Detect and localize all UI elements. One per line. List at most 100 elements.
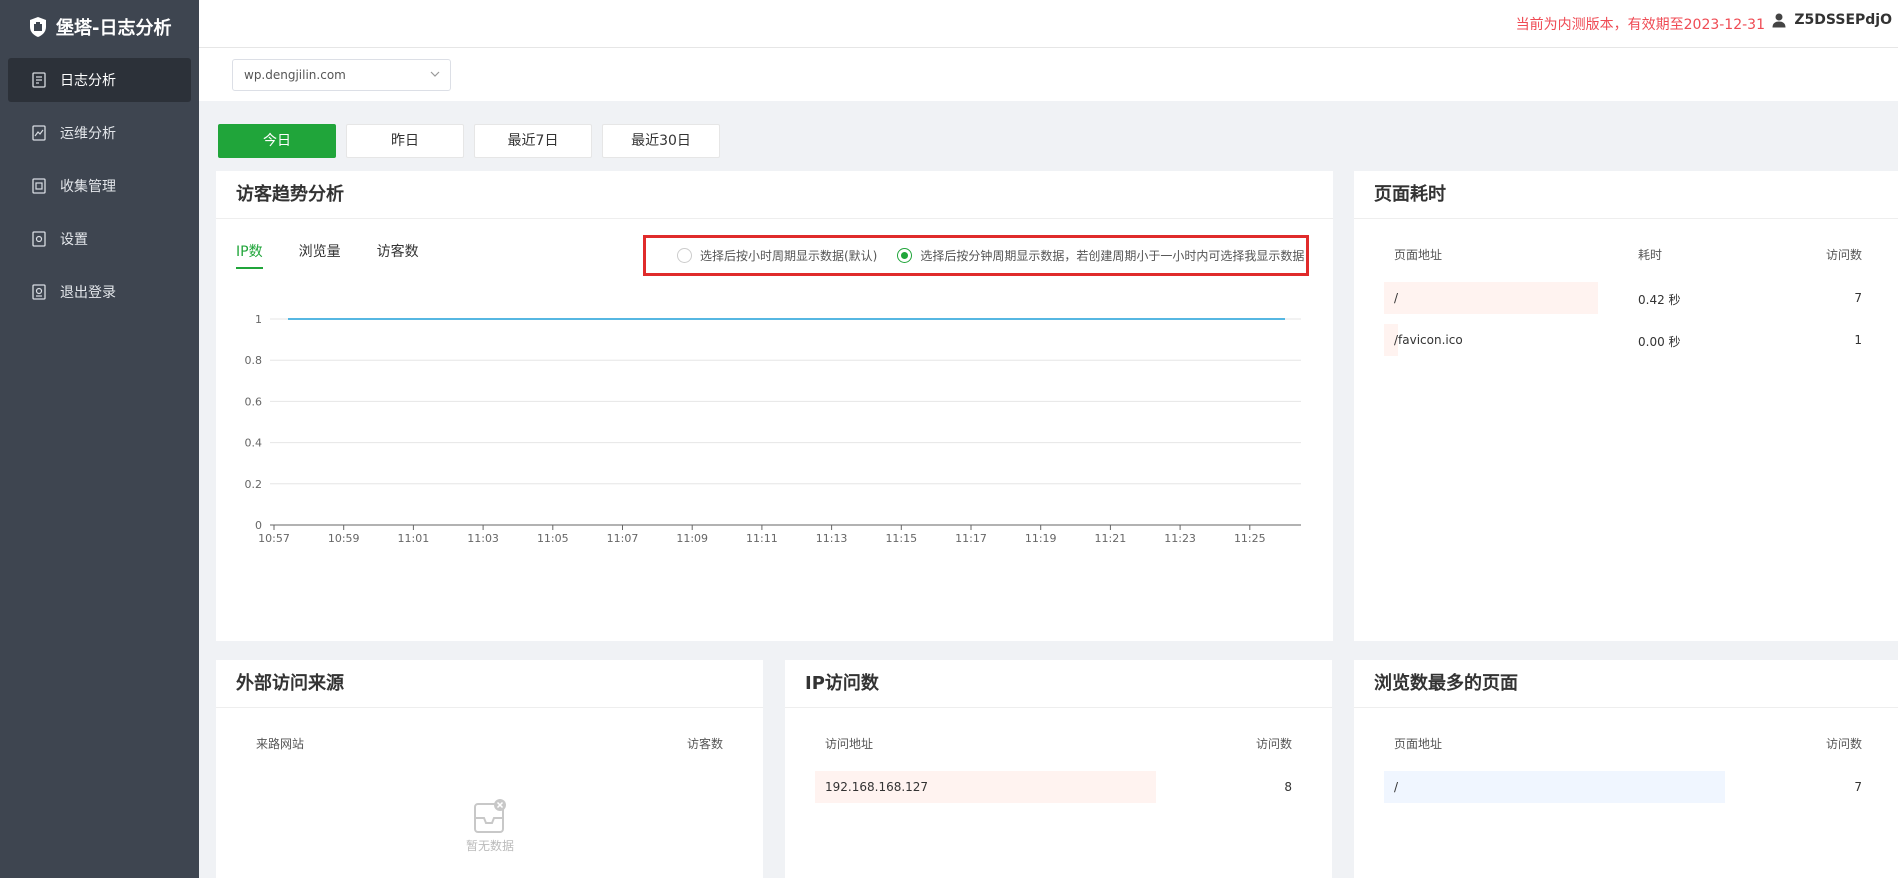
panel-title: 外部访问来源 xyxy=(216,660,763,708)
x-tick-label: 10:59 xyxy=(328,532,360,545)
toppages-table-header: 页面地址 访问数 xyxy=(1394,735,1862,755)
external-referer-panel: 外部访问来源 来路网站 访客数 暂无数据 xyxy=(216,660,763,878)
date-btn-today[interactable]: 今日 xyxy=(218,124,336,158)
date-btn-yesterday[interactable]: 昨日 xyxy=(346,124,464,158)
x-tick-label: 11:17 xyxy=(955,532,987,545)
col-visits: 访问数 xyxy=(1825,737,1862,751)
col-visits: 访问数 xyxy=(1825,248,1862,262)
x-tick-label: 11:19 xyxy=(1025,532,1057,545)
col-visit-address: 访问地址 xyxy=(825,737,874,751)
sidebar-item-label: 退出登录 xyxy=(60,285,116,301)
x-tick-label: 11:25 xyxy=(1234,532,1266,545)
top-bar: 当前为内测版本，有效期至2023-12-31 Z5DSSEPdjO xyxy=(199,0,1898,48)
x-tick-label: 11:11 xyxy=(746,532,778,545)
page-timing-panel: 页面耗时 页面地址 耗时 访问数 / 0.42 秒 7 /favicon.ico… xyxy=(1354,171,1898,641)
x-tick-label: 11:15 xyxy=(885,532,917,545)
row-count: 7 xyxy=(1854,780,1862,794)
date-range-buttons: 今日 昨日 最近7日 最近30日 xyxy=(218,124,730,158)
radio-hourly-label: 选择后按小时周期显示数据(默认) xyxy=(700,249,878,263)
col-page-path: 页面地址 xyxy=(1394,248,1443,262)
visitor-trend-panel: 访客趋势分析 IP数 浏览量 访客数 选择后按小时周期显示数据(默认) 选择后按… xyxy=(216,171,1333,641)
x-tick-label: 11:03 xyxy=(467,532,499,545)
ip-visits-panel: IP访问数 访问地址 访问数 192.168.168.127 8 xyxy=(785,660,1332,878)
x-tick-label: 11:09 xyxy=(676,532,708,545)
tab-visitors[interactable]: 访客数 xyxy=(377,241,419,269)
empty-text: 暂无数据 xyxy=(466,839,515,853)
empty-box-icon xyxy=(474,799,506,833)
chart-icon xyxy=(32,125,46,141)
sidebar-item-settings[interactable]: 设置 xyxy=(8,217,191,261)
sidebar-item-ops-analysis[interactable]: 运维分析 xyxy=(8,111,191,155)
tab-page-views[interactable]: 浏览量 xyxy=(299,241,341,269)
radio-hourly[interactable]: 选择后按小时周期显示数据(默认) xyxy=(677,247,877,264)
table-row[interactable]: / 7 xyxy=(1384,771,1862,803)
radio-dot xyxy=(897,248,913,263)
sidebar-item-label: 设置 xyxy=(60,232,88,248)
x-tick-label: 11:01 xyxy=(398,532,430,545)
collect-icon xyxy=(32,178,46,194)
panel-title: 浏览数最多的页面 xyxy=(1354,660,1898,708)
col-time: 耗时 xyxy=(1638,248,1663,262)
table-row[interactable]: 192.168.168.127 8 xyxy=(815,771,1292,803)
empty-state: 暂无数据 xyxy=(466,798,514,854)
user-menu[interactable]: Z5DSSEPdjO xyxy=(1771,12,1892,28)
site-selector-bar: wp.dengjilin.com xyxy=(199,48,1898,101)
settings-icon xyxy=(32,231,46,247)
table-row[interactable]: /favicon.ico 0.00 秒 1 xyxy=(1384,324,1862,356)
chevron-down-icon xyxy=(430,71,440,77)
y-tick-label: 0 xyxy=(255,519,262,532)
trend-tabs: IP数 浏览量 访客数 xyxy=(236,241,455,269)
date-btn-last7[interactable]: 最近7日 xyxy=(474,124,592,158)
col-referer-site: 来路网站 xyxy=(256,737,305,751)
user-icon xyxy=(1772,13,1786,28)
x-tick-label: 11:05 xyxy=(537,532,569,545)
timing-table-header: 页面地址 耗时 访问数 xyxy=(1394,246,1862,266)
sidebar-item-logout[interactable]: 退出登录 xyxy=(8,270,191,314)
row-time: 0.42 秒 xyxy=(1638,293,1681,307)
brand-title: 堡塔-日志分析 xyxy=(56,18,172,39)
row-bar xyxy=(1384,282,1598,314)
sidebar-item-collect-manage[interactable]: 收集管理 xyxy=(8,164,191,208)
row-bar xyxy=(1384,771,1725,803)
referer-table-header: 来路网站 访客数 xyxy=(256,735,723,755)
x-tick-label: 11:21 xyxy=(1095,532,1127,545)
panel-title: 页面耗时 xyxy=(1354,171,1898,219)
site-select[interactable]: wp.dengjilin.com xyxy=(232,59,451,91)
table-row[interactable]: / 0.42 秒 7 xyxy=(1384,282,1862,314)
visitor-trend-chart: 0 0.2 0.4 0.6 0.8 1 10:57 10:59 11:01 11:03 11:05 1… xyxy=(245,313,1301,545)
brand[interactable]: 堡塔-日志分析 xyxy=(0,0,199,54)
shield-logo-icon xyxy=(30,17,46,37)
x-tick-label: 10:57 xyxy=(258,532,290,545)
x-tick-label: 11:07 xyxy=(607,532,639,545)
y-tick-label: 1 xyxy=(255,313,262,326)
row-time: 0.00 秒 xyxy=(1638,335,1681,349)
panel-title: 访客趋势分析 xyxy=(216,171,1333,219)
log-icon xyxy=(32,72,46,88)
row-count: 1 xyxy=(1854,333,1862,347)
radio-dot xyxy=(677,248,692,263)
sidebar-item-label: 日志分析 xyxy=(60,73,116,89)
y-tick-label: 0.2 xyxy=(245,478,263,491)
x-tick-label: 11:13 xyxy=(816,532,848,545)
x-tick-label: 11:23 xyxy=(1164,532,1196,545)
username: Z5DSSEPdjO xyxy=(1794,12,1892,28)
sidebar-item-log-analysis[interactable]: 日志分析 xyxy=(8,58,191,102)
sidebar: 堡塔-日志分析 日志分析 运维分析 收集管理 设置 退出登录 xyxy=(0,0,199,878)
version-notice: 当前为内测版本，有效期至2023-12-31 xyxy=(1515,17,1765,33)
tab-ip-count[interactable]: IP数 xyxy=(236,241,263,269)
row-ip: 192.168.168.127 xyxy=(825,780,929,794)
y-tick-label: 0.8 xyxy=(245,354,263,367)
logout-icon xyxy=(32,284,46,300)
top-pages-panel: 浏览数最多的页面 页面地址 访问数 / 7 xyxy=(1354,660,1898,878)
ip-table-header: 访问地址 访问数 xyxy=(825,735,1292,755)
col-page-path: 页面地址 xyxy=(1394,737,1443,751)
period-mode-options: 选择后按小时周期显示数据(默认) 选择后按分钟周期显示数据，若创建周期小于一小时… xyxy=(643,235,1309,276)
col-visitors: 访客数 xyxy=(686,737,723,751)
radio-minutely[interactable]: 选择后按分钟周期显示数据，若创建周期小于一小时内可选择我显示数据 xyxy=(897,247,1304,264)
site-select-value: wp.dengjilin.com xyxy=(244,68,346,82)
sidebar-item-label: 运维分析 xyxy=(60,126,116,142)
col-visits: 访问数 xyxy=(1255,737,1292,751)
panel-title: IP访问数 xyxy=(785,660,1332,708)
sidebar-item-label: 收集管理 xyxy=(60,179,116,195)
date-btn-last30[interactable]: 最近30日 xyxy=(602,124,720,158)
